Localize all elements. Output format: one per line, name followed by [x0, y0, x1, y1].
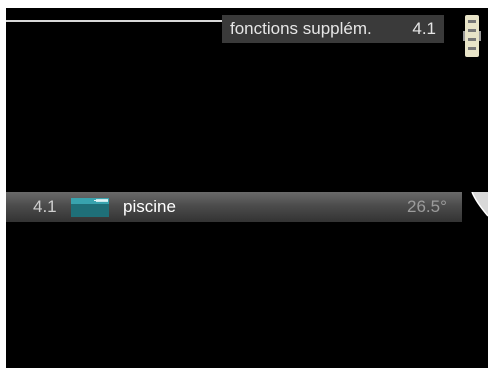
menu-item-number: 4.1: [33, 197, 57, 216]
pool-temperature: 26.5°: [407, 197, 447, 216]
header-divider: [6, 20, 222, 22]
pool-icon: [71, 198, 109, 217]
display-screen: fonctions supplém. 4.1 4.1 piscine 26.5°: [6, 8, 488, 368]
scroll-dial-icon[interactable]: [463, 13, 481, 59]
menu-item-pool[interactable]: 4.1 piscine 26.5°: [6, 192, 488, 222]
page-curl-icon: [462, 192, 488, 222]
menu-number: 4.1: [412, 19, 436, 38]
page-title: fonctions supplém.: [230, 19, 372, 38]
menu-item-label: piscine: [123, 197, 176, 216]
header-bar: fonctions supplém. 4.1: [222, 15, 444, 43]
